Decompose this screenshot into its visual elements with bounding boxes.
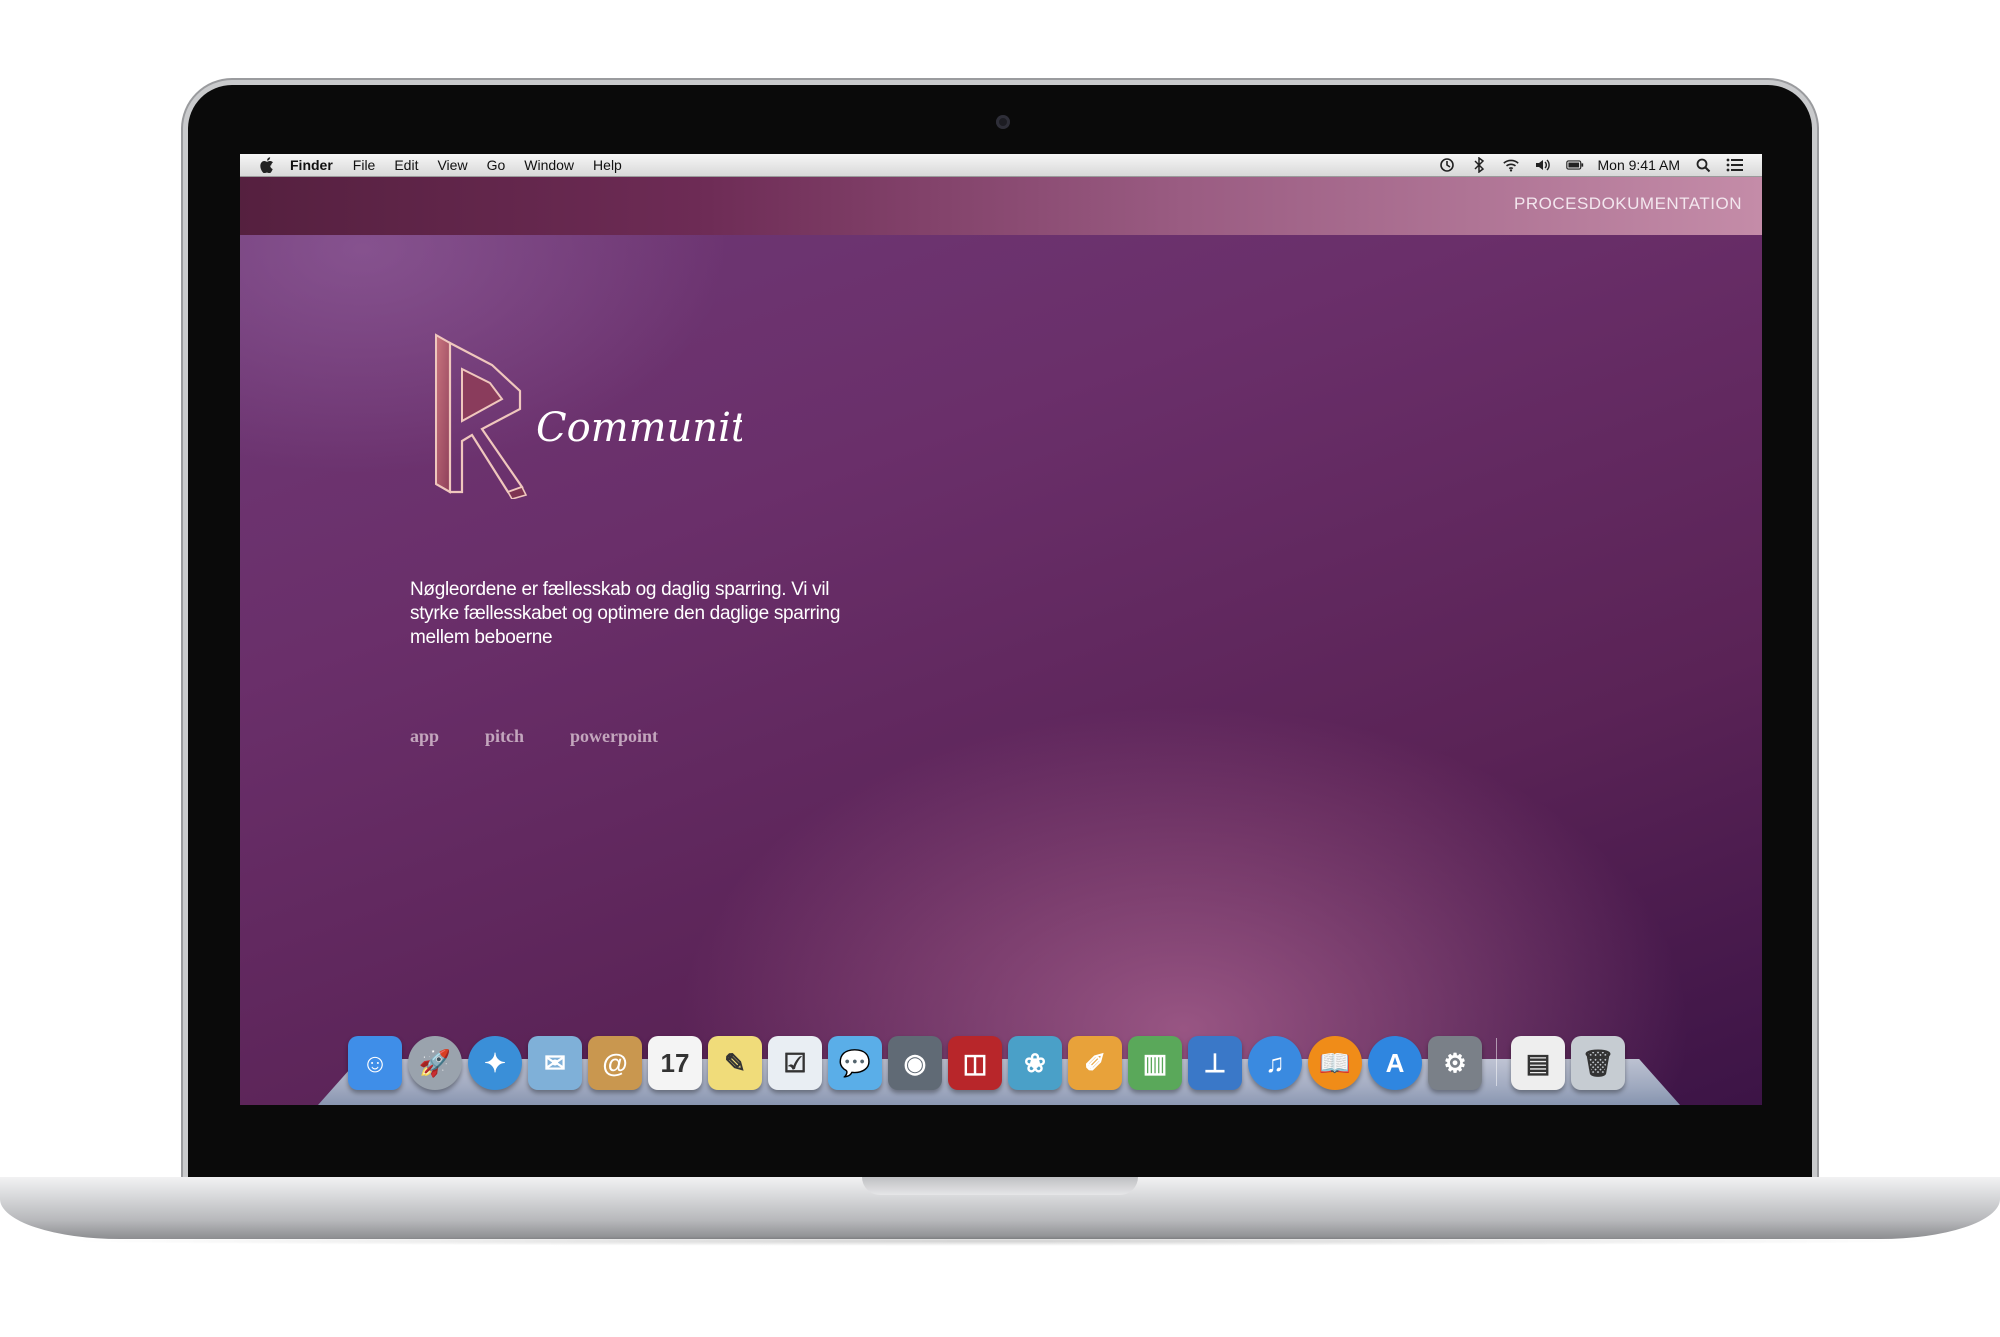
document-icon[interactable]: ▤ — [1511, 1036, 1565, 1090]
time-machine-icon[interactable] — [1438, 157, 1456, 173]
status-area: Mon 9:41 AM — [1438, 157, 1763, 173]
numbers-glyph: ▥ — [1142, 1047, 1168, 1078]
ibooks-icon[interactable]: 📖 — [1308, 1036, 1362, 1090]
facetime-icon[interactable]: ◉ — [888, 1036, 942, 1090]
logo-word-text: Community — [536, 405, 742, 451]
messages-glyph: 💬 — [838, 1047, 872, 1078]
dock-separator — [1496, 1038, 1497, 1086]
iphoto-icon[interactable]: ❀ — [1008, 1036, 1062, 1090]
reminders-icon[interactable]: ☑ — [768, 1036, 822, 1090]
menu-window[interactable]: Window — [524, 157, 574, 173]
mail-icon[interactable]: ✉ — [528, 1036, 582, 1090]
launchpad-icon[interactable]: 🚀 — [408, 1036, 462, 1090]
ibooks-glyph: 📖 — [1318, 1047, 1352, 1078]
apple-menu-icon[interactable] — [260, 157, 274, 173]
launchpad-glyph: 🚀 — [418, 1047, 452, 1078]
itunes-icon[interactable]: ♫ — [1248, 1036, 1302, 1090]
safari-icon[interactable]: ✦ — [468, 1036, 522, 1090]
battery-icon[interactable] — [1565, 157, 1584, 173]
screen: Finder File Edit View Go Window Help Mon… — [240, 154, 1762, 1105]
nav-link-pitch[interactable]: pitch — [485, 726, 524, 747]
menu-go[interactable]: Go — [487, 157, 506, 173]
messages-icon[interactable]: 💬 — [828, 1036, 882, 1090]
facetime-glyph: ◉ — [903, 1047, 927, 1078]
nav-link-powerpoint[interactable]: powerpoint — [570, 726, 658, 747]
notifications-icon[interactable] — [1726, 157, 1744, 173]
app-store-icon[interactable]: A — [1368, 1036, 1422, 1090]
bluetooth-icon[interactable] — [1470, 157, 1488, 173]
wifi-icon[interactable] — [1502, 157, 1520, 173]
keynote-icon[interactable]: ⊥ — [1188, 1036, 1242, 1090]
nav-link-app[interactable]: app — [410, 726, 439, 747]
iphoto-glyph: ❀ — [1024, 1047, 1046, 1078]
finder-icon[interactable]: ☺ — [348, 1036, 402, 1090]
system-preferences-icon[interactable]: ⚙ — [1428, 1036, 1482, 1090]
notes-icon[interactable]: ✎ — [708, 1036, 762, 1090]
app-store-glyph: A — [1385, 1047, 1405, 1078]
photo-booth-glyph: ◫ — [962, 1047, 988, 1078]
camera-icon — [996, 115, 1010, 129]
dock: ☺ 🚀 ✦ ✉ @17 ✎ ☑ 💬 ◉ ◫ ❀ ✐ ▥ ⊥ ♫ 📖 A ⚙ ▤ 🗑 — [348, 1028, 1648, 1090]
procesdokumentation-link[interactable]: PROCESDOKUMENTATION — [1514, 194, 1742, 214]
keynote-glyph: ⊥ — [1203, 1047, 1227, 1078]
calendar-icon[interactable]: 17 — [648, 1036, 702, 1090]
system-preferences-glyph: ⚙ — [1443, 1047, 1467, 1078]
mail-glyph: ✉ — [544, 1047, 566, 1078]
laptop-base-notch — [862, 1177, 1138, 1195]
content-nav: app pitch powerpoint — [410, 726, 658, 747]
finder-glyph: ☺ — [361, 1047, 389, 1078]
document-glyph: ▤ — [1525, 1047, 1551, 1078]
contacts-glyph: @ — [602, 1047, 628, 1078]
photo-booth-icon[interactable]: ◫ — [948, 1036, 1002, 1090]
numbers-icon[interactable]: ▥ — [1128, 1036, 1182, 1090]
pages-glyph: ✐ — [1084, 1047, 1106, 1078]
menu-clock[interactable]: Mon 9:41 AM — [1598, 157, 1681, 173]
notes-glyph: ✎ — [724, 1047, 746, 1078]
site-header: PROCESDOKUMENTATION — [240, 177, 1762, 235]
spotlight-icon[interactable] — [1694, 157, 1712, 173]
laptop-shadow — [60, 1236, 1940, 1246]
community-wordmark: Community — [536, 405, 742, 451]
pages-icon[interactable]: ✐ — [1068, 1036, 1122, 1090]
menu-view[interactable]: View — [437, 157, 467, 173]
menu-help[interactable]: Help — [593, 157, 622, 173]
volume-icon[interactable] — [1534, 157, 1552, 173]
contacts-icon[interactable]: @ — [588, 1036, 642, 1090]
menu-file[interactable]: File — [353, 157, 376, 173]
r-logo-icon — [435, 333, 528, 499]
calendar-glyph: 17 — [660, 1047, 690, 1078]
menu-edit[interactable]: Edit — [394, 157, 418, 173]
safari-glyph: ✦ — [484, 1047, 506, 1078]
reminders-glyph: ☑ — [783, 1047, 807, 1078]
trash-glyph: 🗑 — [1581, 1047, 1615, 1078]
intro-text: Nøgleordene er fællesskab og daglig spar… — [410, 579, 841, 648]
menu-app-name[interactable]: Finder — [290, 157, 333, 173]
itunes-glyph: ♫ — [1265, 1047, 1285, 1078]
trash-icon[interactable]: 🗑 — [1571, 1036, 1625, 1090]
site-logo[interactable]: Community — [422, 329, 742, 519]
menu-bar: Finder File Edit View Go Window Help Mon… — [240, 154, 1762, 177]
